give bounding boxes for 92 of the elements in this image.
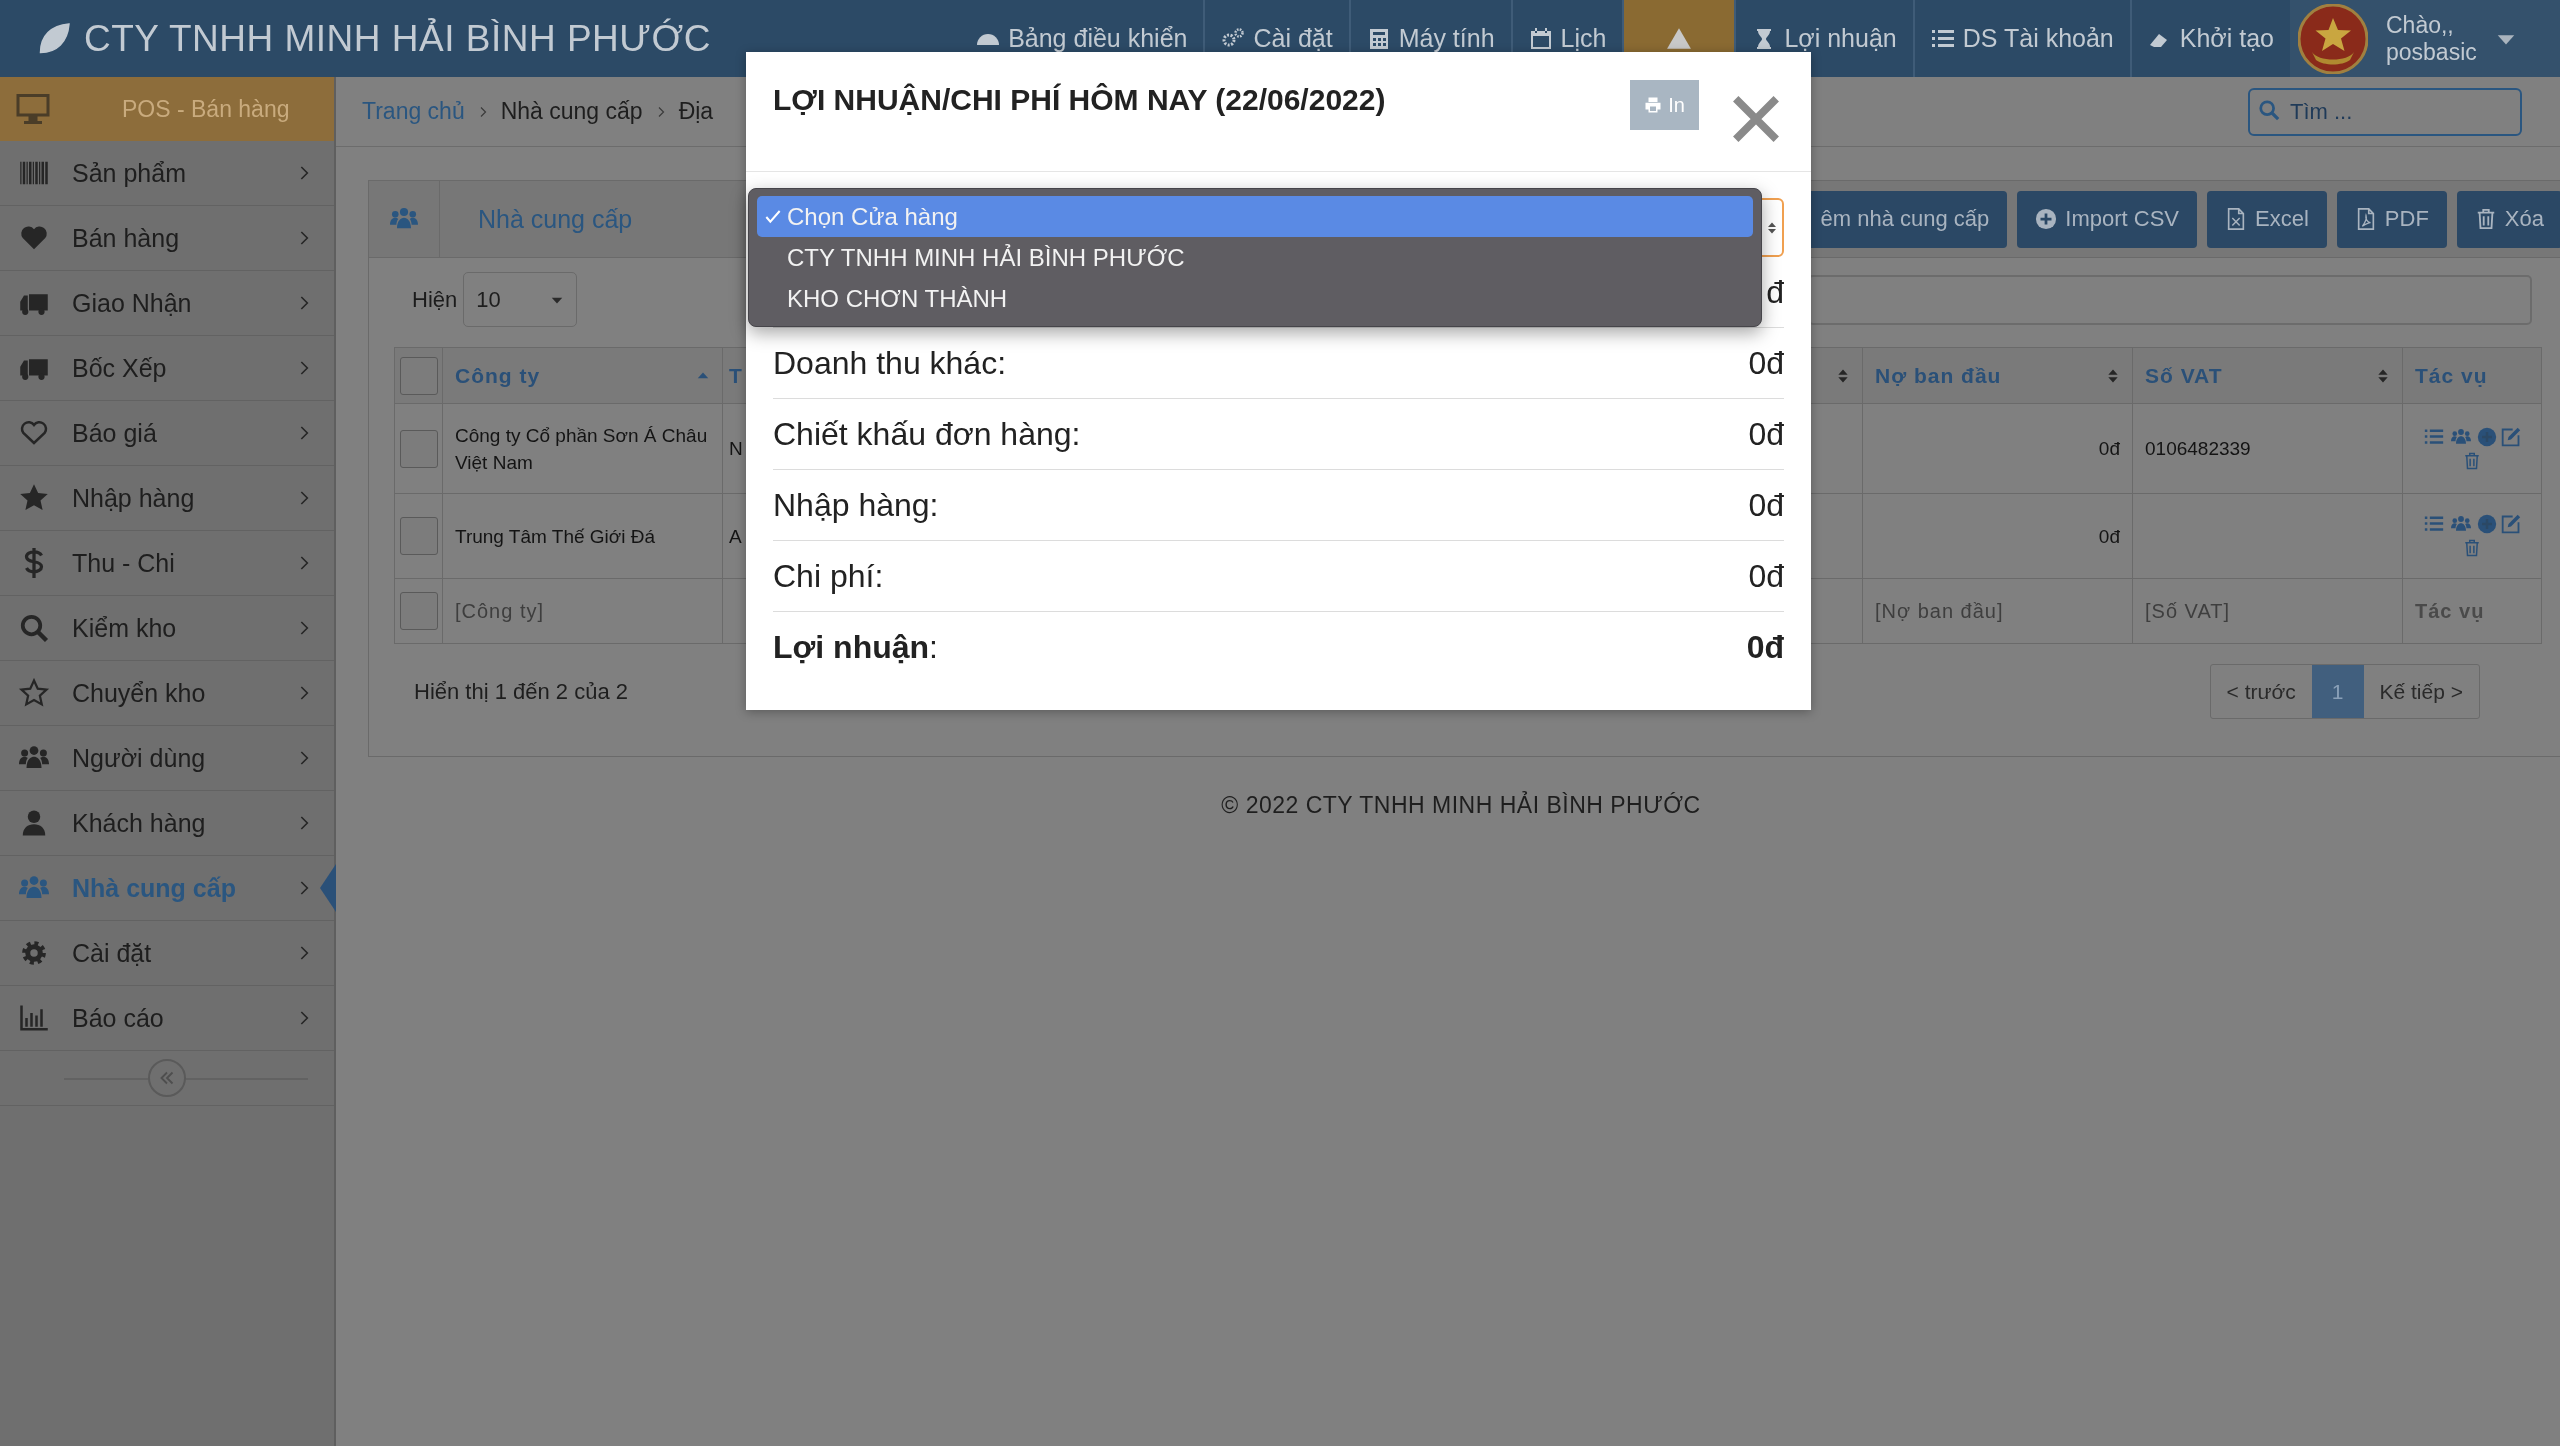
summary-value: 0đ [1748,557,1784,595]
summary-value: 0đ [1746,628,1784,666]
page-size-select[interactable]: 10 [463,272,578,327]
sidebar-item[interactable]: Chuyển kho [0,661,334,726]
sidebar-item[interactable]: Bán hàng [0,206,334,271]
checkbox[interactable] [399,356,438,395]
trash-icon[interactable] [2463,450,2481,471]
calendar-icon [1528,26,1553,51]
collapse-button[interactable] [148,1059,186,1097]
prev-page-button[interactable]: < trước [2210,665,2312,718]
table-cell-text: 0106482339 [2145,437,2251,461]
dropdown-option[interactable]: Chọn Cửa hàng [757,196,1753,237]
sidebar-item[interactable]: Người dùng [0,726,334,791]
dropdown-option[interactable]: CTY TNHH MINH HẢI BÌNH PHƯỚC [757,237,1753,278]
next-page-button[interactable]: Kế tiếp > [2363,665,2479,718]
dropdown-option[interactable]: KHO CHƠN THÀNH [757,278,1753,319]
checkbox[interactable] [399,592,438,630]
plus-circle-icon[interactable] [2477,426,2497,447]
breadcrumb-link[interactable]: Địa [678,98,714,125]
filter-placeholder[interactable]: [Số VAT] [2145,599,2231,623]
pdf-button[interactable]: PDF [2336,190,2447,248]
star-icon [18,483,50,513]
emblem-avatar [2298,3,2368,74]
table-cell-text: 0đ [2098,437,2120,461]
excel-button[interactable]: Excel [2207,190,2327,248]
plus-circle-icon [2035,208,2058,230]
user-name: posbasic [2386,38,2477,66]
users-icon[interactable] [2449,426,2473,447]
summary-label: Lợi nhuận: [773,628,938,666]
brand-name[interactable]: CTY TNHH MINH HẢI BÌNH PHƯỚC [84,17,711,60]
sidebar-item[interactable]: Thu - Chi [0,531,334,596]
search-field[interactable]: Tìm ... [2248,87,2522,136]
page-button[interactable]: 1 [2311,665,2364,718]
sidebar-item[interactable]: Giao Nhận [0,271,334,336]
filter-placeholder[interactable]: [Công ty] [455,599,545,623]
table-summary: Hiển thị 1 đến 2 của 2 [414,678,629,705]
summary-label: Chi phí: [773,557,884,595]
sidebar-item[interactable]: Sản phẩm [0,141,334,206]
sidebar-item[interactable]: Báo giá [0,401,334,466]
checkbox[interactable] [399,517,438,555]
sidebar-item[interactable]: Khách hàng [0,791,334,856]
sidebar-item[interactable]: Báo cáo [0,986,334,1051]
edit-icon[interactable] [2501,426,2521,447]
filter-placeholder[interactable]: [Nợ ban đầu] [1875,599,2004,623]
bar-chart-icon [18,1003,50,1033]
users-icon[interactable] [2449,514,2473,534]
table-cell-text: Trung Tâm Thế Giới Đá [455,524,656,549]
print-button[interactable]: In [1630,80,1699,130]
check-icon [765,208,781,225]
table-cell-text: Công ty Cổ phần Sơn Á Châu Việt Nam [455,423,709,475]
summary-value: 0đ [1748,344,1784,382]
list-icon[interactable] [2423,514,2445,534]
panel-title: Nhà cung cấp [478,204,633,234]
summary-value: đ [1766,273,1784,311]
table-cell-text: A [729,524,742,549]
copyright-text: © 2022 CTY TNHH MINH HẢI BÌNH PHƯỚC [1220,792,1702,819]
column-header[interactable]: Nợ ban đầu [1875,363,2106,388]
pos-link[interactable]: POS - Bán hàng [0,77,334,141]
search-icon [2258,98,2280,121]
table-cell-text: 0đ [2098,524,2120,549]
filter-field[interactable] [1808,274,2532,325]
checkbox[interactable] [399,429,438,468]
edit-icon[interactable] [2501,514,2521,534]
summary-value: 0đ [1748,415,1784,453]
sidebar-item[interactable]: Bốc Xếp [0,336,334,401]
star-outline-icon [18,678,50,708]
plus-circle-icon[interactable] [2477,514,2497,534]
trash-icon[interactable] [2463,538,2481,558]
page-size-label: Hiện [412,286,458,313]
sidebar-item[interactable]: Kiểm kho [0,596,334,661]
sidebar-item[interactable]: Cài đặt [0,921,334,986]
import-csv-button[interactable]: Import CSV [2017,190,2198,248]
nav-link[interactable]: DS Tài khoản [1912,0,2130,77]
summary-label: Chiết khấu đơn hàng: [773,415,1081,453]
dialog-title: LỢI NHUẬN/CHI PHÍ HÔM NAY (22/06/2022) [773,83,1387,117]
summary-value: 0đ [1748,486,1784,524]
monitor-icon [14,91,52,127]
greeting-text: Chào,, [2386,11,2455,39]
user-menu[interactable]: Chào,, posbasic [2290,0,2560,77]
breadcrumb-link[interactable]: Trang chủ [362,98,465,125]
delete-button[interactable]: Xóa [2456,190,2560,248]
column-header[interactable]: Tác vụ [2415,363,2529,388]
search-icon [18,613,50,643]
summary-label: Doanh thu khác: [773,344,1007,382]
table-cell-text: N [729,437,743,461]
nav-link[interactable]: Bảng điều khiển [960,0,1204,77]
column-header[interactable]: Số VAT [2145,363,2376,388]
summary-label: Nhập hàng: [773,486,939,524]
breadcrumb-link[interactable]: Nhà cung cấp [500,98,643,125]
sidebar-item[interactable]: Nhập hàng [0,466,334,531]
printer-icon [1644,96,1663,114]
column-header[interactable]: Công ty [455,363,696,388]
